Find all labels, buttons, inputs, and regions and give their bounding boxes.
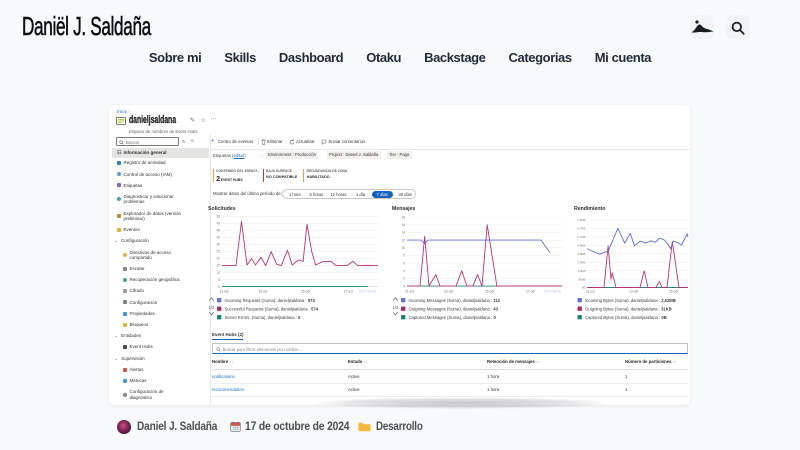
svg-text:3.8KB: 3.8KB <box>577 252 585 256</box>
svg-text:1.9KB: 1.9KB <box>577 269 585 273</box>
svg-text:0B: 0B <box>582 286 586 290</box>
svg-text:20: 20 <box>216 257 220 261</box>
svg-text:4.8KB: 4.8KB <box>577 244 585 248</box>
svg-text:15 oct: 15 oct <box>669 290 678 294</box>
svg-text:18: 18 <box>401 215 405 219</box>
svg-text:7.6KB: 7.6KB <box>577 218 585 222</box>
svg-text:15: 15 <box>216 264 220 268</box>
svg-text:45: 45 <box>216 222 220 226</box>
svg-text:UTC+02:00: UTC+02:00 <box>359 290 376 294</box>
svg-text:5.7KB: 5.7KB <box>577 235 585 239</box>
svg-text:8: 8 <box>403 254 405 258</box>
svg-text:6: 6 <box>403 261 405 265</box>
svg-text:UTC+02:00: UTC+02:00 <box>544 290 561 294</box>
svg-text:Outgoing Messages (Suma), dani: Outgoing Messages (Suma), danieljsaldana… <box>409 306 499 311</box>
svg-text:Server Errors. (Suma), danielj: Server Errors. (Suma), danieljsaldana : … <box>225 315 302 320</box>
svg-text:0: 0 <box>403 284 405 288</box>
svg-text:30: 30 <box>216 243 220 247</box>
svg-text:5: 5 <box>218 278 220 282</box>
svg-text:35: 35 <box>216 236 220 240</box>
svg-text:4: 4 <box>403 269 405 273</box>
svg-text:Successful Requests (Suma), da: Successful Requests (Suma), danieljsalda… <box>225 306 319 311</box>
svg-text:15 oct: 15 oct <box>485 290 494 294</box>
svg-text:Outgoing Bytes (Suma), danielj: Outgoing Bytes (Suma), danieljsaldana : … <box>585 306 672 311</box>
svg-text:11 oct: 11 oct <box>220 290 229 294</box>
svg-text:12: 12 <box>401 238 405 242</box>
svg-text:Mensajes: Mensajes <box>392 206 415 212</box>
svg-text:Incoming Requests (Suma), dani: Incoming Requests (Suma), danieljsaldana… <box>225 298 316 303</box>
svg-text:1/2: 1/2 <box>393 305 399 310</box>
svg-text:Incoming Bytes (Suma), danielj: Incoming Bytes (Suma), danieljsaldana : … <box>585 298 676 303</box>
svg-text:25: 25 <box>216 250 220 254</box>
svg-text:16: 16 <box>401 223 405 227</box>
svg-text:13 oct: 13 oct <box>444 290 453 294</box>
svg-text:10: 10 <box>401 246 405 250</box>
svg-text:6.7KB: 6.7KB <box>577 227 585 231</box>
svg-text:1/2: 1/2 <box>209 305 215 310</box>
svg-text:40: 40 <box>216 229 220 233</box>
svg-text:13 oct: 13 oct <box>629 290 638 294</box>
svg-text:0: 0 <box>218 285 220 289</box>
svg-text:13 oct: 13 oct <box>258 290 267 294</box>
svg-text:Rendimiento: Rendimiento <box>574 206 605 212</box>
svg-text:Solicitudes: Solicitudes <box>208 206 236 212</box>
svg-text:10: 10 <box>216 271 220 275</box>
svg-text:50: 50 <box>216 215 220 219</box>
svg-text:14: 14 <box>401 231 405 235</box>
svg-text:980B: 980B <box>578 277 585 281</box>
svg-text:11 oct: 11 oct <box>586 290 595 294</box>
svg-text:Captured Messages (Suma), dani: Captured Messages (Suma), danieljsaldana… <box>409 315 497 320</box>
svg-text:2: 2 <box>403 277 405 281</box>
svg-text:2.9KB: 2.9KB <box>577 260 585 264</box>
svg-text:17 oct: 17 oct <box>526 290 535 294</box>
svg-text:11 oct: 11 oct <box>405 290 414 294</box>
svg-text:Incoming Messages (Suma), dani: Incoming Messages (Suma), danieljsaldana… <box>409 298 501 303</box>
svg-text:Captured Bytes (Suma), danielj: Captured Bytes (Suma), danieljsaldana : … <box>585 315 667 320</box>
svg-text:17 oct: 17 oct <box>344 290 353 294</box>
svg-text:15 oct: 15 oct <box>301 290 310 294</box>
